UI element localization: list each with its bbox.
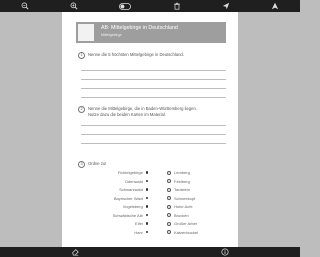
zoom-out-icon[interactable] [20, 2, 29, 11]
matching-left-item[interactable]: Vogelsberg [123, 204, 148, 209]
answer-line[interactable] [81, 125, 226, 126]
connector-dot[interactable] [167, 170, 171, 175]
answer-line[interactable] [81, 79, 226, 80]
connector-dot[interactable] [167, 213, 171, 217]
connector-dot[interactable] [145, 230, 148, 234]
matching-left-item[interactable]: Harz [134, 230, 148, 235]
answer-line[interactable] [81, 88, 226, 89]
connector-dot[interactable] [167, 196, 171, 200]
matching-right-item[interactable]: Schneekopf [167, 196, 195, 201]
answer-line[interactable] [81, 97, 226, 98]
delete-icon[interactable] [172, 2, 181, 11]
info-icon[interactable] [221, 248, 230, 257]
connector-dot[interactable] [145, 171, 148, 174]
connector-dot[interactable] [167, 187, 171, 192]
connector-dot[interactable] [145, 196, 148, 200]
question-2-number: 2 [78, 106, 85, 113]
matching-right-item[interactable]: Feldberg [167, 179, 190, 184]
connector-dot[interactable] [167, 221, 171, 226]
connector-dot[interactable] [145, 188, 148, 191]
answer-line[interactable] [81, 143, 226, 144]
matching-right-item[interactable]: Lemberg [167, 170, 190, 175]
matching-left-item[interactable]: Schwarzwald [119, 187, 148, 192]
matching-left-item[interactable]: Eifel [135, 221, 148, 226]
top-toolbar [0, 0, 300, 12]
connector-dot[interactable] [167, 230, 171, 234]
worksheet-title: AB: Mittelgebirge in Deutschland [101, 25, 178, 31]
question-1-number: 1 [78, 52, 85, 59]
connector-dot[interactable] [145, 205, 148, 208]
question-1-text: Nenne die 5 höchsten Mittelgebirge in De… [88, 52, 184, 57]
matching-left-item[interactable]: Fichtelgebirge [118, 170, 148, 175]
matching-right-item[interactable]: Großer Arber [167, 221, 197, 226]
matching-left-item[interactable]: Bayrischer Wald [114, 196, 148, 201]
question-3-number: 3 [78, 161, 85, 168]
logo-placeholder [78, 24, 94, 41]
question-2-text-line-2: Nutze dazu die beiden Karten im Material… [88, 111, 166, 117]
bottom-toolbar [0, 247, 300, 257]
toggle-icon[interactable] [119, 2, 132, 11]
zoom-in-icon[interactable] [69, 2, 78, 11]
send-icon[interactable] [221, 2, 230, 11]
matching-left-item[interactable]: Odenwald [125, 179, 148, 184]
worksheet-subtitle: Mittelgebirge [101, 33, 122, 37]
answer-line[interactable] [81, 134, 226, 135]
matching-right-item[interactable]: Taufstein [167, 187, 190, 192]
worksheet-page: AB: Mittelgebirge in Deutschland Mittelg… [62, 12, 238, 247]
paper-plane-icon[interactable] [271, 2, 280, 11]
matching-right-item[interactable]: Hohe Acht [167, 204, 192, 209]
answer-line[interactable] [81, 70, 226, 71]
connector-dot[interactable] [167, 179, 171, 183]
connector-dot[interactable] [145, 222, 148, 225]
worksheet-header: AB: Mittelgebirge in Deutschland Mittelg… [76, 22, 226, 43]
eraser-icon[interactable] [71, 248, 80, 257]
connector-dot[interactable] [167, 204, 171, 209]
matching-right-item[interactable]: Katzenbuckel [167, 230, 198, 235]
matching-right-item[interactable]: Brocken [167, 213, 189, 218]
connector-dot[interactable] [145, 213, 148, 217]
question-3-text: Ordne zu! [88, 161, 107, 166]
connector-dot[interactable] [145, 179, 148, 183]
matching-left-item[interactable]: Schwäbische Alb [113, 213, 148, 218]
